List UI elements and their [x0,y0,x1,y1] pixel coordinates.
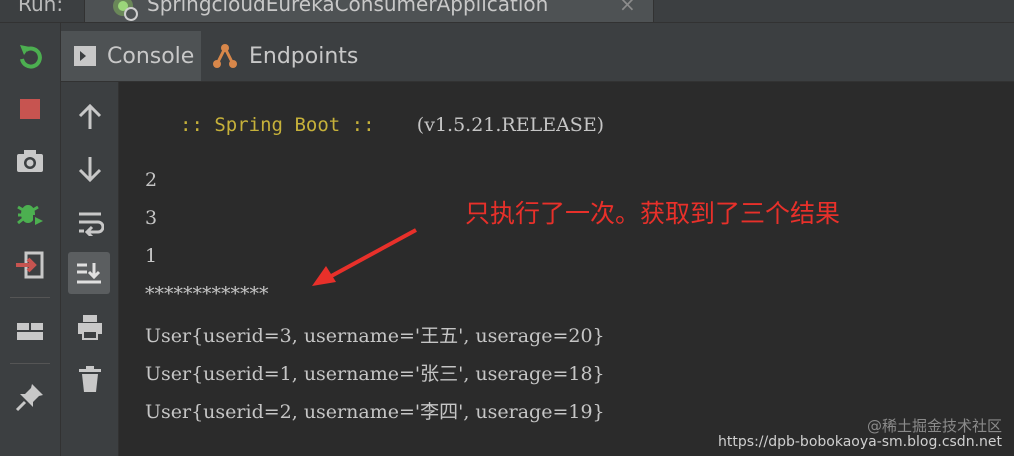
console-line: User{userid=3, username='王五', userage=20… [145,325,605,347]
tab-label: Endpoints [249,43,359,69]
console-output[interactable]: :: Spring Boot :: (v1.5.21.RELEASE) 2 3 … [119,82,1014,456]
pin-icon[interactable] [14,381,46,413]
exit-icon[interactable] [14,249,46,281]
console-line: User{userid=1, username='张三', userage=18… [145,363,605,385]
print-icon[interactable] [73,310,107,344]
down-arrow-icon[interactable] [73,152,107,186]
annotation-arrow [312,228,417,286]
up-arrow-icon[interactable] [73,100,107,134]
rerun-icon[interactable] [14,41,46,73]
run-label: Run: [18,0,64,16]
watermark-line1: @稀土掘金技术社区 [866,417,1002,435]
console-icon [73,44,97,68]
console-line: User{userid=2, username='李四', userage=19… [145,401,605,423]
watermark-line2: https://dpb-bobokaoya-sm.blog.csdn.net [718,434,1002,450]
tab-label: Console [107,43,195,69]
watermark: @稀土掘金技术社区 https://dpb-bobokaoya-sm.blog.… [718,418,1002,450]
soft-wrap-icon[interactable] [73,206,107,240]
run-toolwindow-header: Run: SpringcloudEurekaConsumerApplicatio… [0,0,1014,23]
console-line: 1 [145,245,158,267]
tab-endpoints[interactable]: Endpoints [203,31,361,81]
tab-console[interactable]: Console [61,31,201,81]
run-left-toolbar [0,23,61,456]
console-toolbar [61,82,119,456]
scroll-to-end-icon[interactable] [68,252,110,294]
toolbar-separator [10,297,50,298]
console-line: ************* [145,283,269,305]
console-line: 3 [145,207,158,229]
banner-text: :: Spring Boot :: [157,114,375,136]
debug-icon[interactable] [14,197,46,229]
run-tab-title: SpringcloudEurekaConsumerApplication [147,0,549,16]
toolbar-separator [10,363,50,364]
banner-version: (v1.5.21.RELEASE) [416,114,605,136]
run-configuration-tab[interactable]: SpringcloudEurekaConsumerApplication × [84,0,654,22]
close-icon[interactable]: × [619,0,636,16]
layout-icon[interactable] [14,315,46,347]
annotation-text: 只执行了一次。获取到了三个结果 [465,199,841,228]
endpoints-icon [211,42,239,70]
console-tabs-bar: Console Endpoints [61,23,1014,82]
spring-boot-banner: :: Spring Boot :: (v1.5.21.RELEASE) [133,92,604,158]
stop-icon[interactable] [14,93,46,125]
trash-icon[interactable] [73,362,107,396]
console-line: 2 [145,169,158,191]
camera-icon[interactable] [14,145,46,177]
